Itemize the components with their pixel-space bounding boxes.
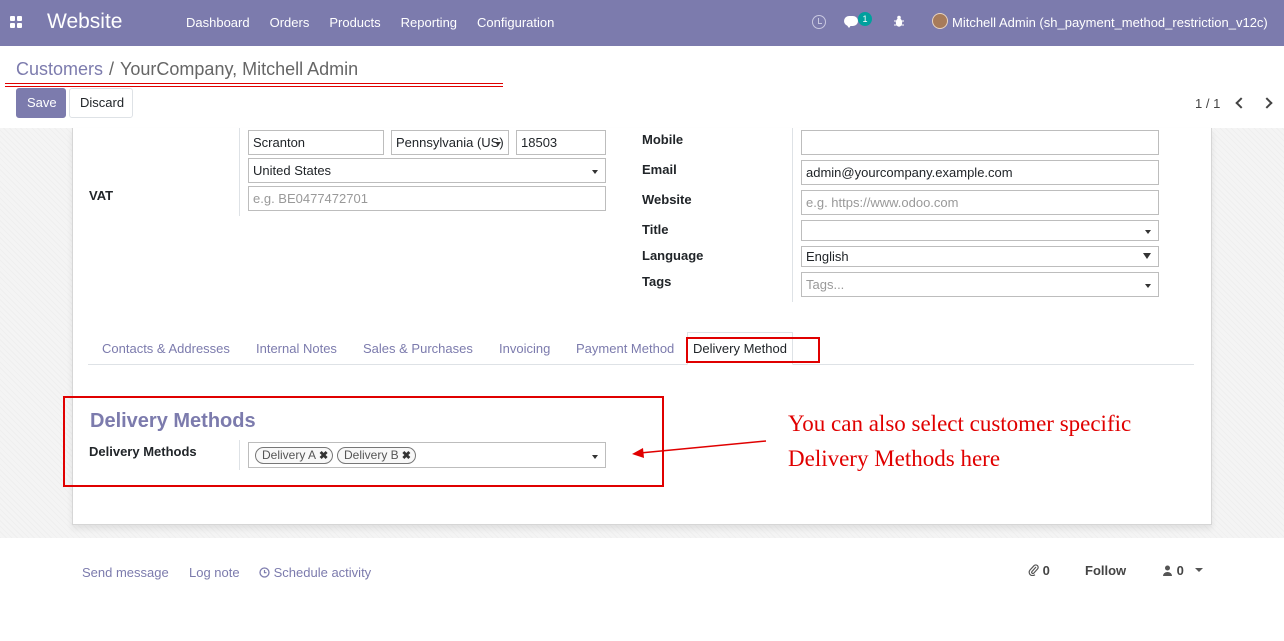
city-input[interactable]: Scranton [248,130,384,155]
menu-products[interactable]: Products [319,0,390,46]
chatter-area [0,538,1284,641]
activity-clock-icon[interactable] [812,15,826,29]
right-label-separator [792,128,793,302]
user-avatar[interactable] [932,13,948,29]
chevron-down-icon [1143,253,1151,259]
language-select[interactable]: English [801,246,1159,267]
annotation-line-2: Delivery Methods here [788,446,1001,471]
follow-button[interactable]: Follow [1085,563,1126,578]
menu-dashboard[interactable]: Dashboard [176,0,260,46]
vat-input[interactable]: e.g. BE0477472701 [248,186,606,211]
annotation-tab-highlight [686,337,820,363]
mobile-label: Mobile [642,132,684,147]
paperclip-icon [1028,564,1039,577]
left-label-separator [239,128,240,216]
chevron-down-icon [1145,284,1151,288]
website-input[interactable]: e.g. https://www.odoo.com [801,190,1159,215]
chevron-down-icon [495,142,501,146]
clock-icon [259,567,270,578]
country-value: United States [253,163,332,178]
chevron-down-icon [1145,230,1151,234]
chevron-left-icon [1235,97,1247,109]
tab-invoicing[interactable]: Invoicing [499,341,550,356]
user-icon [1163,565,1172,576]
chevron-right-icon [1261,97,1273,109]
send-message-button[interactable]: Send message [82,565,169,580]
breadcrumb: Customers / YourCompany, Mitchell Admin [16,59,358,80]
tab-payment-method[interactable]: Payment Method [576,341,674,356]
chevron-down-icon [592,170,598,174]
annotation-text: You can also select customer specific De… [788,406,1188,476]
schedule-activity-button[interactable]: Schedule activity [259,565,371,580]
messages-badge: 1 [858,12,872,26]
attachments-count: 0 [1042,563,1050,578]
save-button[interactable]: Save [16,88,66,118]
tab-contacts-addresses[interactable]: Contacts & Addresses [102,341,230,356]
main-menu: Dashboard Orders Products Reporting Conf… [176,0,564,46]
top-navbar: Website Dashboard Orders Products Report… [0,0,1284,46]
email-input[interactable]: admin@yourcompany.example.com [801,160,1159,185]
breadcrumb-current: YourCompany, Mitchell Admin [120,59,359,79]
pager-previous-button[interactable] [1234,96,1247,110]
language-label: Language [642,248,704,263]
country-select[interactable]: United States [248,158,606,183]
followers-button[interactable]: 0 [1162,563,1204,578]
tab-sales-purchases[interactable]: Sales & Purchases [363,341,473,356]
log-note-button[interactable]: Log note [189,565,240,580]
tab-internal-notes[interactable]: Internal Notes [256,341,337,356]
email-label: Email [642,162,677,177]
followers-count: 0 [1176,563,1184,578]
discard-button[interactable]: Discard [69,88,133,118]
pager-next-button[interactable] [1261,96,1275,110]
state-select[interactable]: Pennsylvania (US) [391,130,509,155]
zip-input[interactable]: 18503 [516,130,606,155]
mobile-input[interactable] [801,130,1159,155]
menu-configuration[interactable]: Configuration [467,0,564,46]
language-value: English [806,249,849,264]
menu-orders[interactable]: Orders [260,0,320,46]
schedule-activity-label: Schedule activity [273,565,372,580]
annotation-arrow-icon [632,440,767,458]
debug-bug-icon[interactable] [894,15,904,28]
chevron-down-icon [1195,568,1204,572]
annotation-line-1: You can also select customer specific [788,411,1132,436]
state-value: Pennsylvania (US) [396,135,504,150]
app-brand[interactable]: Website [47,10,122,34]
pager-value[interactable]: 1 / 1 [1195,96,1220,111]
tags-input[interactable]: Tags... [801,272,1159,297]
messaging-chat-icon[interactable] [844,16,858,28]
annotation-section-highlight [63,396,664,487]
notebook-tabs: Contacts & Addresses Internal Notes Sale… [88,332,1194,365]
annotation-underline [5,83,503,87]
tags-placeholder: Tags... [806,277,845,292]
user-menu-name[interactable]: Mitchell Admin (sh_payment_method_restri… [952,15,1268,30]
apps-menu-icon[interactable] [10,16,22,28]
breadcrumb-customers-link[interactable]: Customers [16,59,103,79]
attachments-button[interactable]: 0 [1028,563,1050,578]
website-label: Website [642,192,692,207]
tags-label: Tags [642,274,672,289]
title-label: Title [642,222,669,237]
vat-label: VAT [89,188,114,203]
breadcrumb-separator: / [109,59,115,79]
menu-reporting[interactable]: Reporting [391,0,467,46]
title-select[interactable] [801,220,1159,241]
